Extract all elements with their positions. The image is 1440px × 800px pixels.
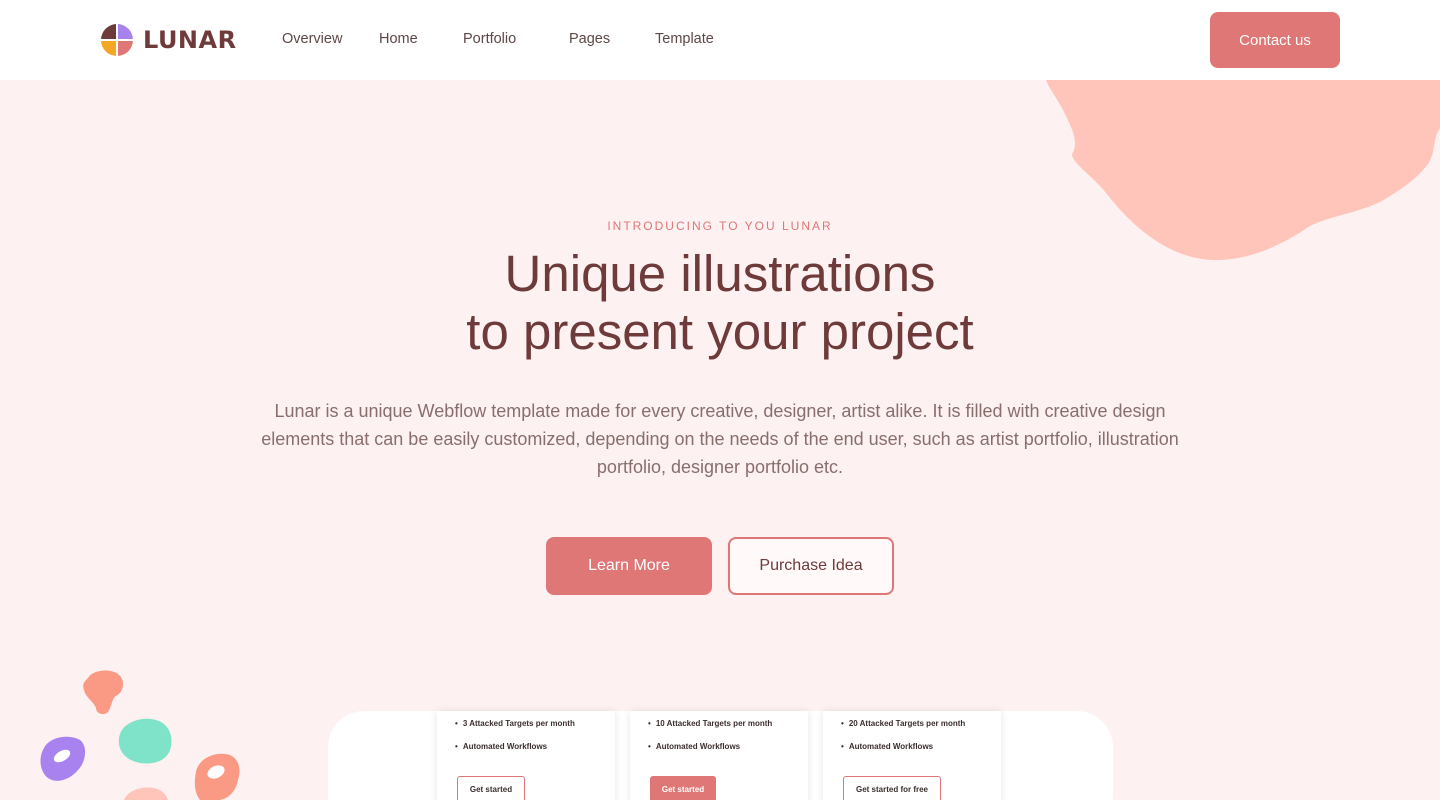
contact-button[interactable]: Contact us xyxy=(1210,12,1340,68)
pricing-card-basic: 3 Attacked Targets per month Automated W… xyxy=(437,711,615,800)
purple-splash-decoration xyxy=(40,736,86,781)
pink-splash-decoration xyxy=(124,787,168,800)
hero-eyebrow: INTRODUCING TO YOU LUNAR xyxy=(607,219,833,233)
get-started-button[interactable]: Get started xyxy=(457,776,525,800)
hero-title-line-2: to present your project xyxy=(466,303,974,360)
nav-portfolio[interactable]: Portfolio xyxy=(463,31,516,47)
site-header: LUNAR Overview Home Portfolio Pages Temp… xyxy=(0,0,1440,80)
teal-splash-decoration xyxy=(118,718,172,764)
feature-targets: 20 Attacked Targets per month xyxy=(841,719,965,728)
nav-pages[interactable]: Pages xyxy=(569,31,610,47)
learn-more-button[interactable]: Learn More xyxy=(546,537,712,595)
feature-workflows: Automated Workflows xyxy=(648,742,740,751)
hero-title: Unique illustrations to present your pro… xyxy=(0,245,1440,361)
hero-title-line-1: Unique illustrations xyxy=(504,245,936,302)
lunar-quadrant-logo-icon xyxy=(101,24,133,56)
nav-template[interactable]: Template xyxy=(655,31,714,47)
feature-workflows: Automated Workflows xyxy=(455,742,547,751)
purchase-idea-button[interactable]: Purchase Idea xyxy=(728,537,894,595)
decorative-blob xyxy=(1046,80,1440,260)
feature-targets: 3 Attacked Targets per month xyxy=(455,719,575,728)
feature-targets: 10 Attacked Targets per month xyxy=(648,719,772,728)
nav-home[interactable]: Home xyxy=(379,31,418,47)
pricing-card-premium: 20 Attacked Targets per month Automated … xyxy=(823,711,1001,800)
get-started-button[interactable]: Get started xyxy=(650,776,716,800)
nav-overview[interactable]: Overview xyxy=(282,31,342,47)
hero-description: Lunar is a unique Webflow template made … xyxy=(261,401,1179,477)
orange-splash-decoration-2 xyxy=(194,753,240,800)
logo-text: LUNAR xyxy=(143,26,237,54)
get-started-free-button[interactable]: Get started for free xyxy=(843,776,941,800)
brand-logo[interactable]: LUNAR xyxy=(100,22,237,58)
orange-splash-decoration xyxy=(83,670,124,715)
feature-workflows: Automated Workflows xyxy=(841,742,933,751)
pricing-card-standard: 10 Attacked Targets per month Automated … xyxy=(630,711,808,800)
